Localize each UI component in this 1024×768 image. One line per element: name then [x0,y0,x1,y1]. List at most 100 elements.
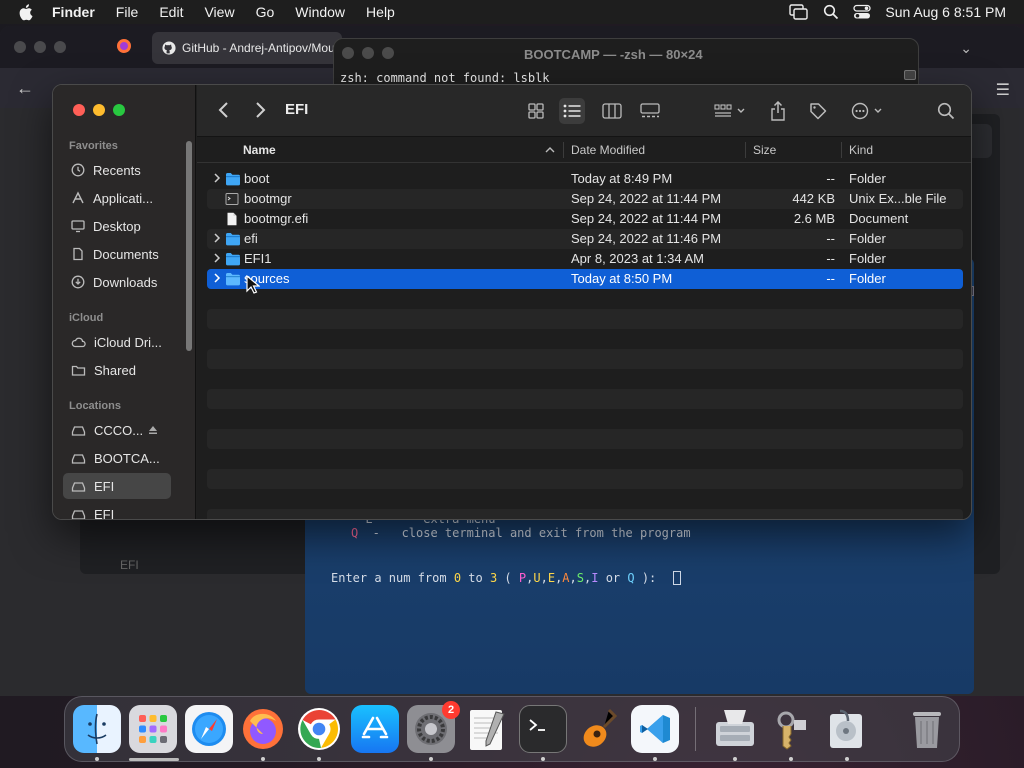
browser-back-arrow-icon[interactable]: ← [16,78,34,99]
dock-finder-icon[interactable] [73,705,121,753]
disclosure-triangle-icon[interactable] [213,232,221,244]
browser-tab-title: GitHub - Andrej-Antipov/Mou [182,41,335,55]
gallery-icon [640,103,660,118]
share-button[interactable] [765,98,791,124]
terminal-cursor[interactable] [672,571,681,585]
quit-text: - close terminal and exit from the progr… [358,526,691,540]
menu-file[interactable]: File [116,4,139,20]
column-view-button[interactable] [599,98,625,124]
sidebar-item-label: Desktop [93,218,141,234]
sidebar-item-documents[interactable]: Documents [63,241,171,267]
list-view-button[interactable] [559,98,585,124]
finder-search-button[interactable] [933,98,959,124]
file-row[interactable]: bootmgr Sep 24, 2022 at 11:44 PM 442 KB … [207,189,963,209]
menu-window[interactable]: Window [295,4,345,20]
column-header-date[interactable]: Date Modified [571,143,645,157]
file-row-selected[interactable]: sources Today at 8:50 PM -- Folder [207,269,963,289]
back-chevron-icon[interactable] [217,100,231,120]
shared-folder-icon [71,365,86,376]
empty-row [207,309,963,329]
firefox-tab-icon[interactable] [116,38,132,54]
disclosure-triangle-icon[interactable] [213,172,221,184]
sidebar-item-efi-selected[interactable]: EFI [63,473,171,499]
file-name: boot [244,171,270,186]
terminal-window-controls[interactable] [342,47,394,59]
file-date: Sep 24, 2022 at 11:44 PM [571,191,722,206]
group-by-button[interactable] [711,98,749,124]
dock-launchpad-icon[interactable] [129,705,177,753]
browser-tab-github[interactable]: GitHub - Andrej-Antipov/Mou [152,32,342,64]
sort-ascending-chevron-icon[interactable] [545,146,555,154]
eject-icon[interactable] [147,424,159,436]
list-icon [563,104,581,118]
sidebar-scrollbar[interactable] [186,141,192,351]
file-row[interactable]: bootmgr.efi Sep 24, 2022 at 11:44 PM 2.6… [207,209,963,229]
menu-app-name[interactable]: Finder [52,4,95,20]
sidebar-item-shared[interactable]: Shared [63,357,171,383]
folder-icon [226,253,240,266]
forward-chevron-icon[interactable] [253,100,267,120]
prompt-to-word: to [461,571,490,585]
sidebar-item-applications[interactable]: Applicati... [63,185,171,211]
sidebar-item-recents[interactable]: Recents [63,157,171,183]
menu-view[interactable]: View [204,4,234,20]
terminal-scroll-marker[interactable] [904,70,916,80]
disclosure-triangle-icon[interactable] [213,252,221,264]
spotlight-search-icon[interactable] [823,4,839,20]
gallery-view-button[interactable] [637,98,663,124]
tab-list-chevron-icon[interactable]: ⌄ [960,40,972,57]
sidebar-item-icloud-drive[interactable]: iCloud Dri... [63,329,171,355]
dock-app-store-icon[interactable] [351,705,399,753]
column-header-name[interactable]: Name [243,143,276,157]
apple-menu-icon[interactable] [18,3,36,21]
disclosure-triangle-icon[interactable] [213,272,221,284]
menu-edit[interactable]: Edit [159,4,183,20]
file-row[interactable]: EFI1 Apr 8, 2023 at 1:34 AM -- Folder [207,249,963,269]
sidebar-item-ccco-disk[interactable]: CCCO... [63,417,171,443]
tags-button[interactable] [805,98,831,124]
dock-separator [695,707,696,751]
screen-mirroring-icon[interactable] [789,4,809,20]
control-center-icon[interactable] [853,4,872,20]
dock-disk-utility-icon[interactable] [823,705,871,753]
file-size: 442 KB [792,191,835,206]
dock-chrome-icon[interactable] [295,705,343,753]
more-actions-button[interactable] [849,98,887,124]
close-window-button[interactable] [73,104,85,116]
dock-trash-icon[interactable] [903,705,951,753]
column-header-size[interactable]: Size [753,143,776,157]
browser-window-controls[interactable] [14,41,66,53]
dock-vscode-icon[interactable] [631,705,679,753]
folder-icon [226,173,240,186]
dock-firefox-icon[interactable] [239,705,287,753]
file-row[interactable]: efi Sep 24, 2022 at 11:46 PM -- Folder [207,229,963,249]
dock-safari-icon[interactable] [185,705,233,753]
browser-menu-icon[interactable]: ☰ [996,80,1010,100]
column-header-kind[interactable]: Kind [849,143,873,157]
sidebar-item-downloads[interactable]: Downloads [63,269,171,295]
file-row[interactable]: boot Today at 8:49 PM -- Folder [207,169,963,189]
file-size: -- [826,171,835,186]
sidebar-item-efi-2[interactable]: EFI [63,501,171,519]
dock-scroll-indicator [129,758,179,761]
icon-view-button[interactable] [523,98,549,124]
dock-keychain-access-icon[interactable] [767,705,815,753]
sidebar-item-desktop[interactable]: Desktop [63,213,171,239]
dock-garageband-icon[interactable] [575,705,623,753]
sidebar-item-bootcamp-disk[interactable]: BOOTCA... [63,445,171,471]
menu-clock[interactable]: Sun Aug 6 8:51 PM [885,4,1006,20]
menu-go[interactable]: Go [256,4,275,20]
columns-icon [602,103,622,119]
empty-row [207,429,963,449]
minimize-window-button[interactable] [93,104,105,116]
clock-icon [71,163,85,177]
terminal-title: BOOTCAMP — -zsh — 80×24 [524,47,703,62]
dock-terminal-icon[interactable] [519,705,567,753]
menu-help[interactable]: Help [366,4,395,20]
sidebar-item-label: CCCO... [94,422,144,438]
zoom-window-button[interactable] [113,104,125,116]
dock-textedit-icon[interactable] [463,705,511,753]
finder-window: Favorites Recents Applicati... Desktop D… [52,84,972,520]
dock-boot-camp-assistant-icon[interactable] [711,705,759,753]
sidebar-item-label: Recents [93,162,141,178]
